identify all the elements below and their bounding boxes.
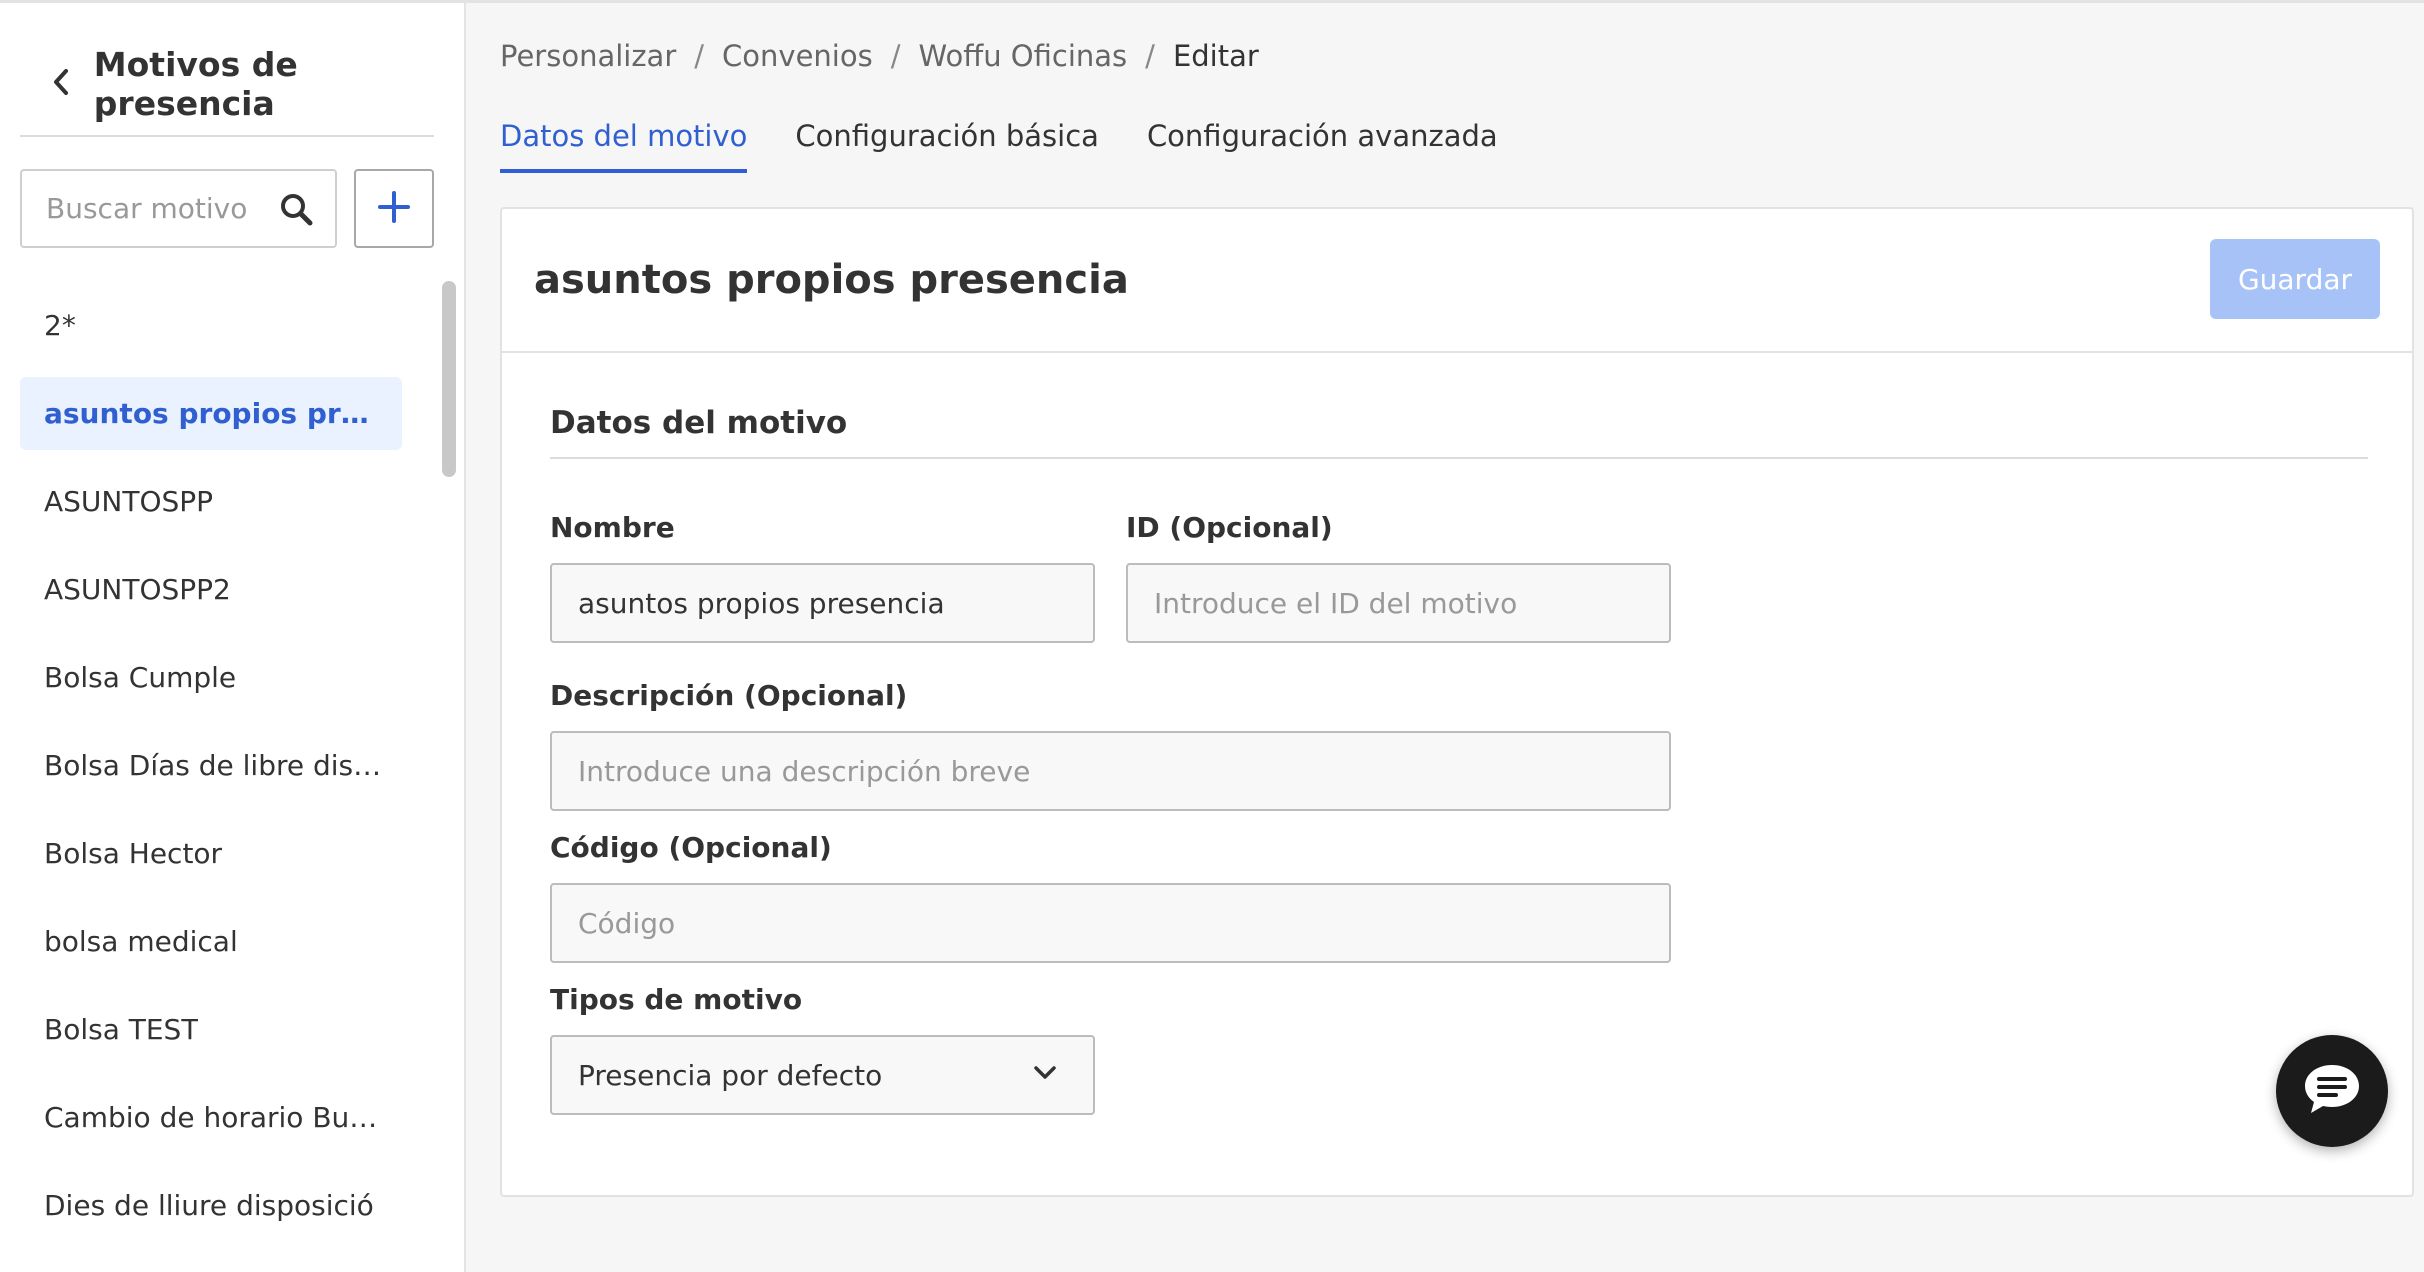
sidebar-scrollbar[interactable] bbox=[442, 281, 456, 477]
list-item-label: 2* bbox=[44, 309, 76, 342]
id-input[interactable] bbox=[1154, 586, 1643, 620]
card-title: asuntos propios presencia bbox=[534, 257, 1129, 303]
sidebar: Motivos de presencia 2* asuntos propios … bbox=[0, 3, 466, 1272]
list-item-label: Dies de lliure disposició bbox=[44, 1189, 374, 1222]
breadcrumb-separator: / bbox=[1145, 39, 1155, 73]
chevron-down-icon bbox=[1033, 1065, 1057, 1081]
name-label: Nombre bbox=[550, 511, 675, 544]
list-item-label: Bolsa Cumple bbox=[44, 661, 237, 694]
tab-bar: Datos del motivo Configuración básica Co… bbox=[500, 119, 1546, 173]
list-item-active[interactable]: asuntos propios presenc... bbox=[20, 377, 402, 450]
code-field[interactable] bbox=[550, 883, 1671, 963]
list-item[interactable]: Bolsa Hector bbox=[20, 817, 402, 890]
plus-icon bbox=[378, 190, 410, 227]
list-item[interactable]: ASUNTOSPP2 bbox=[20, 553, 402, 626]
section-title: Datos del motivo bbox=[550, 405, 2368, 459]
list-item[interactable]: Dies de lliure disposició bbox=[20, 1169, 402, 1242]
search-field[interactable] bbox=[20, 169, 337, 248]
breadcrumb-separator: / bbox=[890, 39, 901, 73]
id-label: ID (Opcional) bbox=[1126, 511, 1333, 544]
edit-card: asuntos propios presencia Guardar Datos … bbox=[500, 207, 2414, 1197]
breadcrumb-link-woffu-oficinas[interactable]: Woffu Oficinas bbox=[919, 39, 1128, 73]
chat-bubble-icon bbox=[2302, 1062, 2362, 1120]
description-field[interactable] bbox=[550, 731, 1671, 811]
chevron-left-icon bbox=[50, 67, 72, 101]
chat-button[interactable] bbox=[2276, 1035, 2388, 1147]
list-item-label: Cambio de horario Bug 4... bbox=[44, 1101, 384, 1134]
type-select-value: Presencia por defecto bbox=[578, 1058, 883, 1092]
list-item[interactable]: Bolsa Cumple bbox=[20, 641, 402, 714]
list-item-label: Bolsa TEST bbox=[44, 1013, 199, 1046]
tab-datos-del-motivo[interactable]: Datos del motivo bbox=[500, 119, 748, 173]
save-button[interactable]: Guardar bbox=[2210, 239, 2380, 319]
type-label: Tipos de motivo bbox=[550, 983, 803, 1016]
tab-configuracion-basica[interactable]: Configuración básica bbox=[795, 119, 1099, 173]
description-input[interactable] bbox=[578, 754, 1643, 788]
list-item-label: Bolsa Hector bbox=[44, 837, 223, 870]
list-item-label: ASUNTOSPP2 bbox=[44, 573, 231, 606]
card-header: asuntos propios presencia Guardar bbox=[502, 209, 2412, 353]
code-label: Código (Opcional) bbox=[550, 831, 832, 864]
type-select[interactable]: Presencia por defecto bbox=[550, 1035, 1095, 1115]
breadcrumb-link-personalizar[interactable]: Personalizar bbox=[500, 39, 676, 73]
app-window: Motivos de presencia 2* asuntos propios … bbox=[0, 0, 2424, 1272]
back-button[interactable] bbox=[30, 48, 92, 120]
list-item[interactable]: Bolsa Días de libre disp... bbox=[20, 729, 402, 802]
list-item[interactable]: Cambio de horario Bug 4... bbox=[20, 1081, 402, 1154]
tab-configuracion-avanzada[interactable]: Configuración avanzada bbox=[1147, 119, 1498, 173]
search-input[interactable] bbox=[46, 192, 256, 225]
list-item[interactable]: 2* bbox=[20, 289, 402, 362]
search-icon[interactable] bbox=[279, 192, 313, 226]
reason-list: 2* asuntos propios presenc... ASUNTOSPP … bbox=[20, 289, 402, 1257]
sidebar-title: Motivos de presencia bbox=[93, 45, 298, 123]
add-reason-button[interactable] bbox=[354, 169, 434, 248]
breadcrumb-link-convenios[interactable]: Convenios bbox=[722, 39, 873, 73]
list-item-label: ASUNTOSPP bbox=[44, 485, 214, 518]
breadcrumb-separator: / bbox=[694, 39, 705, 73]
breadcrumb: Personalizar / Convenios / Woffu Oficina… bbox=[500, 39, 1259, 73]
breadcrumb-current: Editar bbox=[1172, 39, 1259, 73]
name-field[interactable] bbox=[550, 563, 1095, 643]
list-item[interactable]: Bolsa TEST bbox=[20, 993, 402, 1066]
code-input[interactable] bbox=[578, 906, 1643, 940]
list-item-label: asuntos propios presenc... bbox=[44, 397, 384, 430]
list-item[interactable]: ASUNTOSPP bbox=[20, 465, 402, 538]
list-item-label: bolsa medical bbox=[44, 925, 238, 958]
id-field[interactable] bbox=[1126, 563, 1671, 643]
sidebar-header: Motivos de presencia bbox=[20, 33, 434, 137]
list-item[interactable]: bolsa medical bbox=[20, 905, 402, 978]
description-label: Descripción (Opcional) bbox=[550, 679, 908, 712]
list-item-label: Bolsa Días de libre disp... bbox=[44, 749, 384, 782]
name-input[interactable] bbox=[578, 586, 1067, 620]
